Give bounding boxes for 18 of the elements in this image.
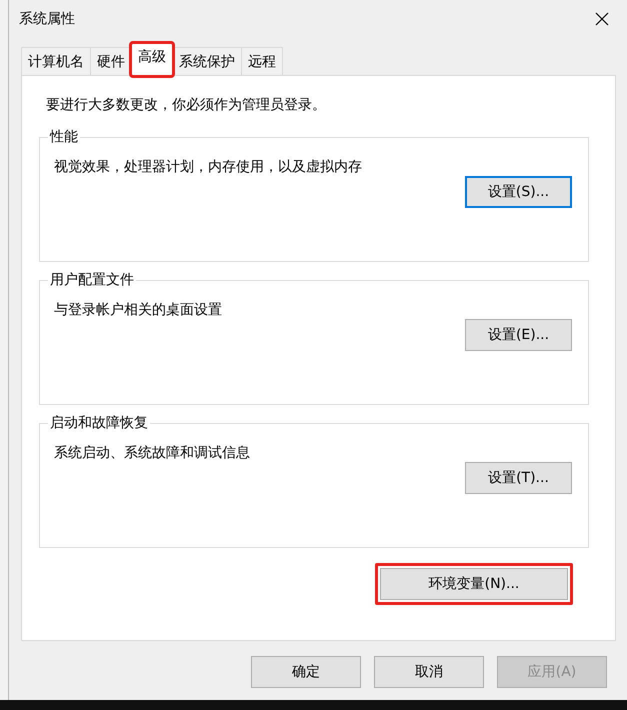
settings-button[interactable]: 设置(E)... xyxy=(465,319,572,351)
group-title: 用户配置文件 xyxy=(49,271,135,289)
window-title: 系统属性 xyxy=(19,10,75,28)
group-description: 视觉效果，处理器计划，内存使用，以及虚拟内存 xyxy=(54,158,363,176)
group-title: 性能 xyxy=(48,128,79,146)
notice-text: 要进行大多数更改，你必须作为管理员登录。 xyxy=(46,96,327,114)
settings-button[interactable]: 设置(S)... xyxy=(465,176,572,208)
group-description: 与登录帐户相关的桌面设置 xyxy=(54,301,223,319)
tab[interactable]: 远程 xyxy=(241,47,283,75)
settings-button[interactable]: 设置(T)... xyxy=(465,462,572,494)
group-title: 启动和故障恢复 xyxy=(49,414,149,432)
environment-variables-button[interactable]: 环境变量(N)... xyxy=(380,568,568,600)
dialog-button[interactable]: 确定 xyxy=(251,656,361,688)
tab[interactable]: 计算机名 xyxy=(21,47,91,75)
tab[interactable]: 高级 xyxy=(131,43,173,76)
group-description: 系统启动、系统故障和调试信息 xyxy=(54,444,251,462)
dialog-button[interactable]: 取消 xyxy=(374,656,484,688)
close-icon xyxy=(595,12,609,26)
